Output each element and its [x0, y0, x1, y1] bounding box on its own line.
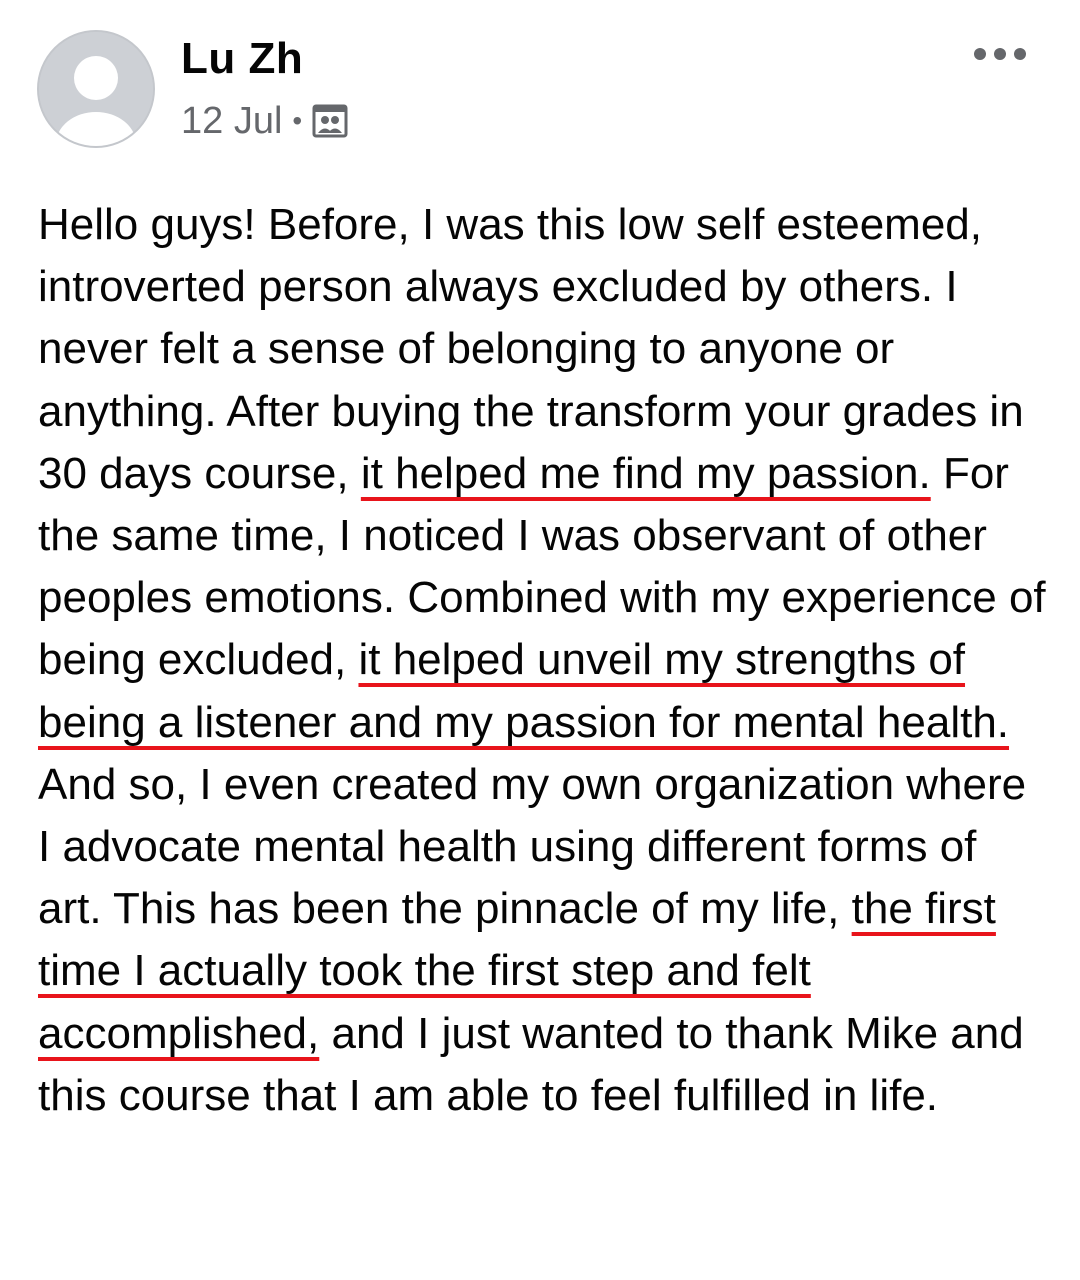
group-audience-icon[interactable]: [312, 103, 348, 139]
author-name[interactable]: Lu Zh: [181, 34, 303, 84]
meta-separator: •: [292, 105, 303, 136]
default-avatar-icon: [39, 32, 153, 146]
more-options-icon: [974, 48, 1026, 60]
post-meta: 12 Jul •: [181, 98, 348, 144]
more-options-button[interactable]: [968, 36, 1032, 72]
post-date[interactable]: 12 Jul: [181, 100, 282, 143]
post-card: Lu Zh 12 Jul • Hello guys! Before, I was…: [0, 0, 1080, 1280]
highlighted-text-segment: it helped me find my passion.: [360, 448, 931, 498]
post-body: Hello guys! Before, I was this low self …: [38, 194, 1048, 1127]
author-avatar[interactable]: [37, 30, 155, 148]
